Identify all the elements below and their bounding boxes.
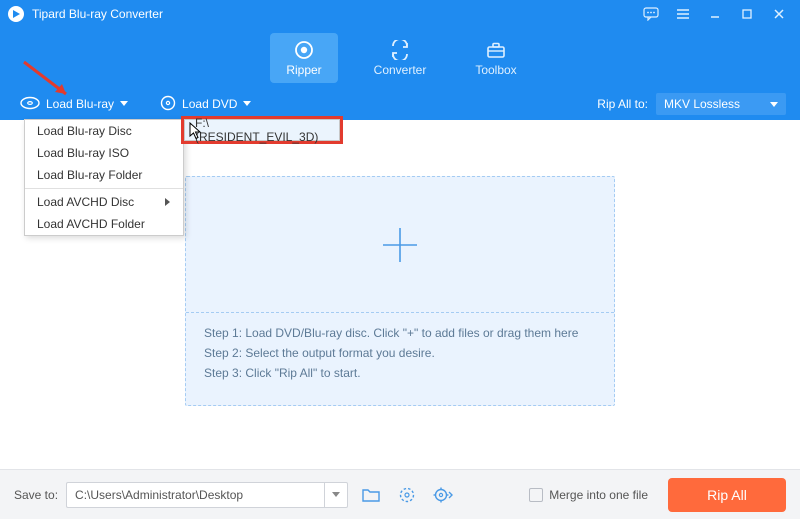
drop-area[interactable]: Step 1: Load DVD/Blu-ray disc. Click "+"… <box>185 176 615 406</box>
menu-item-label: Load AVCHD Disc <box>37 195 134 209</box>
bottom-bar: Save to: Merge into one file Rip All <box>0 469 800 519</box>
rip-all-button[interactable]: Rip All <box>668 478 786 512</box>
load-bluray-menu: Load Blu-ray Disc Load Blu-ray ISO Load … <box>24 119 184 236</box>
merge-checkbox[interactable] <box>529 488 543 502</box>
menu-item-label: Load Blu-ray Disc <box>37 124 132 138</box>
folder-icon <box>362 487 380 503</box>
menu-item-label: Load Blu-ray Folder <box>37 168 142 182</box>
open-folder-button[interactable] <box>358 482 384 508</box>
chevron-down-icon <box>770 97 778 111</box>
load-bluray-label: Load Blu-ray <box>46 97 114 111</box>
ripper-icon <box>294 39 314 61</box>
chevron-down-icon <box>120 101 128 107</box>
settings-button[interactable] <box>430 482 456 508</box>
title-bar: Tipard Blu-ray Converter <box>0 0 800 28</box>
load-bar: Load Blu-ray Load DVD Rip All to: MKV Lo… <box>0 88 800 120</box>
save-to-label: Save to: <box>14 488 58 502</box>
menu-icon[interactable] <box>670 5 696 23</box>
load-dvd-label: Load DVD <box>182 97 237 111</box>
plus-icon <box>377 222 423 268</box>
menu-divider <box>25 188 183 189</box>
menu-item-load-avchd-disc[interactable]: Load AVCHD Disc <box>25 191 183 213</box>
close-button[interactable] <box>766 5 792 23</box>
gear-icon <box>432 486 454 504</box>
chevron-right-icon <box>165 195 171 209</box>
rip-all-to-select[interactable]: MKV Lossless <box>656 93 786 115</box>
merge-label: Merge into one file <box>549 488 648 502</box>
chevron-down-icon <box>243 101 251 107</box>
drop-divider <box>186 312 614 313</box>
app-logo <box>8 6 24 22</box>
dvd-disc-icon <box>160 95 176 114</box>
save-path-dropdown[interactable] <box>324 482 348 508</box>
menu-item-label: Load AVCHD Folder <box>37 217 145 231</box>
tab-converter[interactable]: Converter <box>366 33 434 83</box>
quick-settings-button[interactable] <box>394 482 420 508</box>
menu-item-label: Load Blu-ray ISO <box>37 146 129 160</box>
rip-all-to-label: Rip All to: <box>597 97 648 111</box>
step-2: Step 2: Select the output format you des… <box>204 343 596 363</box>
feedback-icon[interactable] <box>638 5 664 23</box>
menu-item-load-bluray-iso[interactable]: Load Blu-ray ISO <box>25 142 183 164</box>
menu-item-load-avchd-folder[interactable]: Load AVCHD Folder <box>25 213 183 235</box>
load-dvd-button[interactable]: Load DVD <box>154 91 257 118</box>
bluray-disc-icon <box>20 96 40 113</box>
converter-icon <box>389 39 411 61</box>
tab-toolbox[interactable]: Toolbox <box>462 33 530 83</box>
step-3: Step 3: Click "Rip All" to start. <box>204 363 596 383</box>
maximize-button[interactable] <box>734 5 760 23</box>
submenu-item-label: F:\ (RESIDENT_EVIL_3D) <box>195 116 329 144</box>
tab-label: Toolbox <box>475 63 516 77</box>
submenu-disc-path[interactable]: F:\ (RESIDENT_EVIL_3D) <box>184 119 340 141</box>
step-1: Step 1: Load DVD/Blu-ray disc. Click "+"… <box>204 323 596 343</box>
toolbox-icon <box>485 39 507 61</box>
load-bluray-button[interactable]: Load Blu-ray <box>14 92 134 117</box>
menu-item-load-bluray-disc[interactable]: Load Blu-ray Disc <box>25 120 183 142</box>
tab-label: Ripper <box>286 63 321 77</box>
tab-label: Converter <box>374 63 427 77</box>
mode-tabs: Ripper Converter Toolbox <box>0 28 800 88</box>
save-path-input[interactable] <box>66 482 324 508</box>
rip-all-to-value: MKV Lossless <box>664 97 740 111</box>
window-title: Tipard Blu-ray Converter <box>32 7 163 21</box>
steps-text: Step 1: Load DVD/Blu-ray disc. Click "+"… <box>204 323 596 383</box>
minimize-button[interactable] <box>702 5 728 23</box>
add-files-button[interactable] <box>186 177 614 312</box>
gear-dashed-icon <box>398 486 416 504</box>
tab-ripper[interactable]: Ripper <box>270 33 338 83</box>
menu-item-load-bluray-folder[interactable]: Load Blu-ray Folder <box>25 164 183 186</box>
